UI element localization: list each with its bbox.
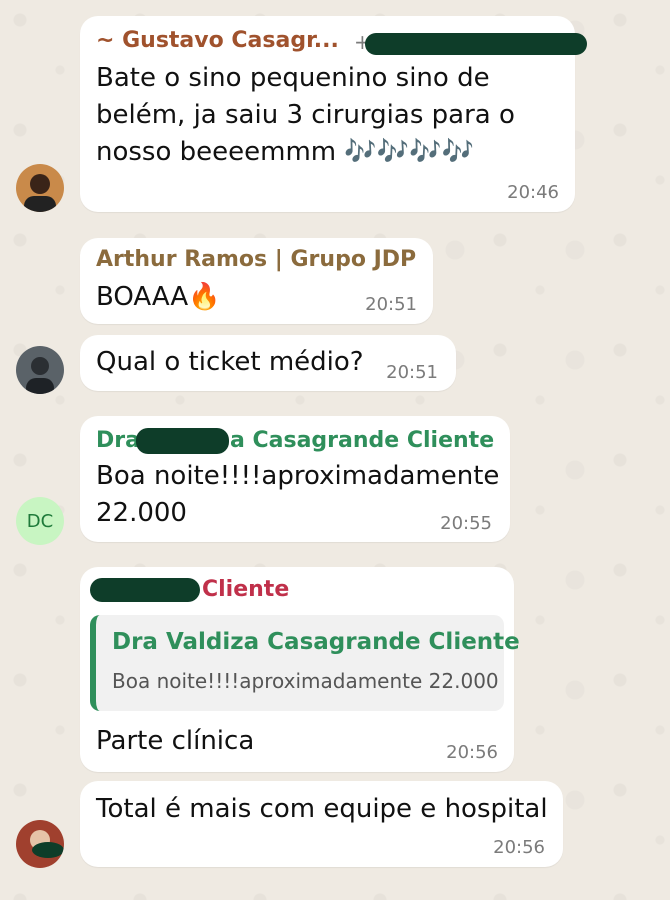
avatar-photo-icon <box>16 164 64 212</box>
sender-name-suffix[interactable]: Cliente <box>202 577 289 602</box>
redaction-bar <box>90 578 200 602</box>
message-bubble[interactable]: Arthur Ramos | Grupo JDP BOAAA🔥 20:51 <box>80 238 433 324</box>
message-timestamp: 20:56 <box>446 742 498 763</box>
avatar-gustavo[interactable] <box>16 164 64 212</box>
sender-name[interactable]: Arthur Ramos | Grupo JDP <box>96 247 416 272</box>
quoted-text: Boa noite!!!!aproximadamente 22.000 <box>112 669 499 693</box>
message-text: Boa noite!!!!aproximadamente 22.000 <box>96 461 500 528</box>
message-timestamp: 20:51 <box>386 362 438 383</box>
sender-name[interactable]: ~ Gustavo Casagr... <box>96 28 339 53</box>
message-text: Qual o ticket médio? <box>96 347 364 377</box>
avatar-photo-icon <box>16 346 64 394</box>
sender-name-prefix[interactable]: Dra <box>96 428 140 453</box>
avatar-photo-icon <box>16 820 64 868</box>
avatar-contact[interactable] <box>16 346 64 394</box>
message-timestamp: 20:55 <box>440 513 492 534</box>
message-bubble[interactable]: Cliente Dra Valdiza Casagrande Cliente B… <box>80 567 520 772</box>
message-bubble[interactable]: Dra a Casagrande Cliente Boa noite!!!!ap… <box>80 416 510 542</box>
message-bubble[interactable]: Total é mais com equipe e hospital 20:56 <box>80 781 563 867</box>
quoted-message[interactable]: Dra Valdiza Casagrande Cliente Boa noite… <box>90 615 520 711</box>
message-bubble[interactable]: ~ Gustavo Casagr... + Bate o sino pequen… <box>80 16 587 212</box>
redaction-bar <box>136 428 229 454</box>
avatar-contact-2[interactable] <box>16 820 64 868</box>
message-text: Parte clínica <box>96 726 255 756</box>
message-timestamp: 20:51 <box>365 294 417 315</box>
message-bubble[interactable]: Qual o ticket médio? 20:51 <box>80 335 456 391</box>
sender-name-suffix[interactable]: a Casagrande Cliente <box>230 428 494 453</box>
message-text: BOAAA🔥 <box>96 282 221 312</box>
quoted-sender: Dra Valdiza Casagrande Cliente <box>112 629 520 655</box>
message-timestamp: 20:46 <box>507 182 559 203</box>
avatar-dc[interactable]: DC <box>16 497 64 545</box>
message-text: Bate o sino pequenino sino de belém, ja … <box>96 63 515 167</box>
redaction-bar <box>365 33 587 55</box>
message-text: Total é mais com equipe e hospital <box>96 794 548 824</box>
message-timestamp: 20:56 <box>493 837 545 858</box>
